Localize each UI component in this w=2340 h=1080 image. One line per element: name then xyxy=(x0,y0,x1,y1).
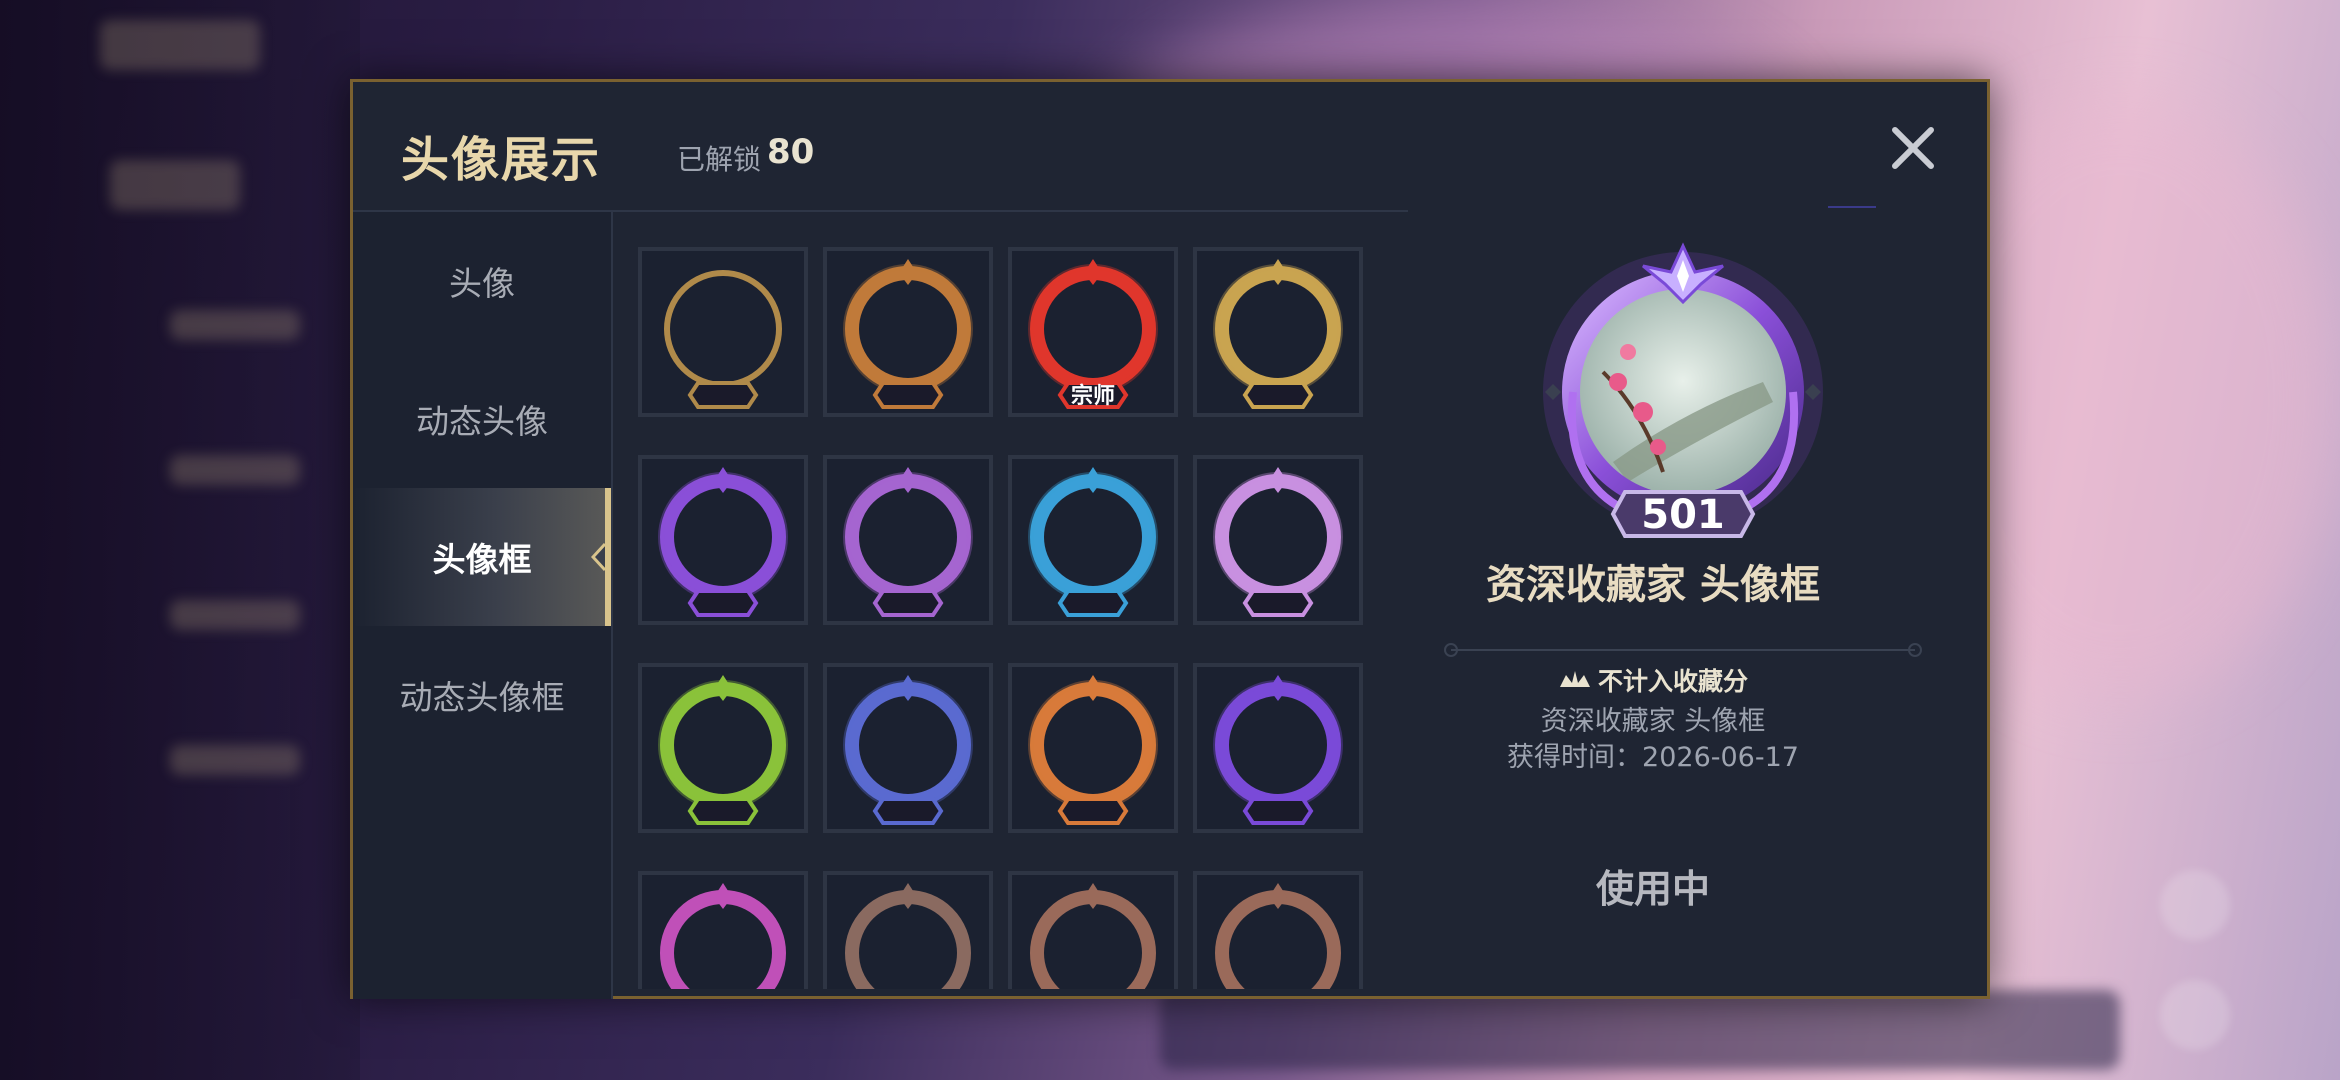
sidebar-item-dynamic-avatar-frame[interactable]: 动态头像框 xyxy=(353,626,611,764)
frame-tile-purple-dragon-frame[interactable] xyxy=(638,455,808,625)
frame-tile-gold-bird-frame[interactable] xyxy=(1193,247,1363,417)
close-button[interactable] xyxy=(1883,118,1943,178)
unlocked-count: 80 xyxy=(767,132,815,172)
detail-divider xyxy=(1444,643,1922,657)
acquired-time: 获得时间：2026-06-17 xyxy=(1507,742,1799,773)
unlocked-label: 已解锁 xyxy=(677,143,762,176)
frame-tile-autumn-flower-frame[interactable] xyxy=(1008,663,1178,833)
frame-tile-lilac-heart-frame[interactable] xyxy=(1193,455,1363,625)
selected-frame-preview: 501 xyxy=(1543,242,1823,538)
frame-tile-bronze-plain-frame-a[interactable] xyxy=(823,871,993,989)
avatar-display-dialog: 头像展示 已解锁 80 头像 动态头像 头像框 动态头像框 宗师 501 资深收… xyxy=(350,79,1990,999)
selected-arrow-icon xyxy=(591,542,607,572)
background-side-menu xyxy=(0,0,360,1080)
crown-icon xyxy=(1559,671,1590,687)
dialog-title: 头像展示 xyxy=(401,132,602,188)
in-use-status: 使用中 xyxy=(1595,867,1710,911)
badge-number: 501 xyxy=(1641,492,1725,538)
frame-tile-blue-gold-wing-frame[interactable] xyxy=(823,663,993,833)
sidebar-item-label: 头像 xyxy=(449,264,515,303)
background-bottom-bar xyxy=(1160,990,2120,1070)
frame-ring-icon xyxy=(843,675,973,825)
frame-ring-icon: 宗师 xyxy=(1028,259,1158,409)
sidebar-item-label: 动态头像框 xyxy=(399,678,565,717)
frame-tile-bronze-green-gem-frame[interactable] xyxy=(1008,871,1178,989)
sidebar-item-avatar-frame[interactable]: 头像框 xyxy=(353,488,611,626)
frame-ring-icon xyxy=(1213,675,1343,825)
sidebar-item-label: 头像框 xyxy=(432,540,532,579)
frame-tile-rainbow-ornate-frame[interactable] xyxy=(823,455,993,625)
frame-ring-icon xyxy=(658,675,788,825)
frame-ring-icon xyxy=(843,467,973,617)
collection-score-note: 不计入收藏分 xyxy=(1383,662,1923,698)
selected-frame-name: 资深收藏家 头像框 xyxy=(1486,562,1820,608)
frame-ring-icon xyxy=(660,883,786,989)
frame-tile-bronze-green-gem-frame-b[interactable] xyxy=(1193,871,1363,989)
frame-ring-icon xyxy=(1215,883,1341,989)
frame-ring-icon xyxy=(1213,467,1343,617)
frame-ring-icon xyxy=(1213,259,1343,409)
frame-tile-pink-flower-frame[interactable] xyxy=(638,871,808,989)
frame-tile-purple-key-frame[interactable] xyxy=(1193,663,1363,833)
frame-tile-bronze-ornate-frame[interactable] xyxy=(823,247,993,417)
frame-ring-icon xyxy=(664,270,782,409)
frame-ring-icon xyxy=(1028,467,1158,617)
frame-tile-red-grandmaster-frame[interactable]: 宗师 xyxy=(1008,247,1178,417)
frame-description: 资深收藏家 头像框 获得时间：2026-06-17 xyxy=(1383,704,1923,776)
frame-tile-blue-lotus-frame[interactable] xyxy=(1008,455,1178,625)
close-icon xyxy=(1892,127,1934,169)
frame-ring-icon xyxy=(1028,675,1158,825)
frame-grid: 宗师 xyxy=(613,212,1383,989)
desc-name: 资深收藏家 头像框 xyxy=(1540,706,1766,737)
frame-tile-plain-gold-frame[interactable] xyxy=(638,247,808,417)
frame-ring-icon xyxy=(1030,883,1156,989)
frame-badge-text: 宗师 xyxy=(1071,383,1115,409)
accent-line xyxy=(1828,206,1876,208)
frame-ring-icon xyxy=(845,883,971,989)
sidebar-item-label: 动态头像 xyxy=(416,402,548,441)
no-score-label: 不计入收藏分 xyxy=(1597,667,1748,696)
sidebar-item-avatar[interactable]: 头像 xyxy=(353,212,611,350)
frame-ring-icon xyxy=(843,259,973,409)
frame-tile-green-frog-frame[interactable] xyxy=(638,663,808,833)
category-sidebar: 头像 动态头像 头像框 动态头像框 xyxy=(353,212,613,999)
frame-ring-icon xyxy=(658,467,788,617)
sidebar-item-dynamic-avatar[interactable]: 动态头像 xyxy=(353,350,611,488)
